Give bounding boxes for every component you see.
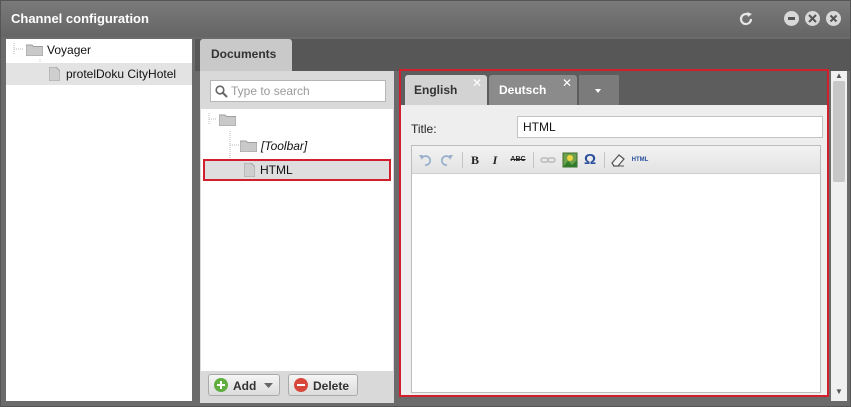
maximize-icon: [808, 14, 817, 23]
editor-content-area[interactable]: [412, 175, 820, 392]
editor-toolbar: B I ABC Ω HTML: [412, 146, 820, 174]
tab-documents[interactable]: Documents: [200, 39, 292, 71]
folder-icon: [240, 140, 257, 152]
document-tree: [Toolbar] HTML: [201, 109, 393, 371]
tree-item-proteldoku-cityhotel[interactable]: protelDoku CityHotel: [6, 63, 192, 85]
add-icon: [214, 378, 228, 392]
link-icon[interactable]: [540, 152, 556, 168]
search-icon: [215, 85, 228, 98]
rich-text-editor: B I ABC Ω HTML: [411, 145, 821, 393]
tab-english-label: English: [414, 83, 458, 97]
redo-icon[interactable]: [440, 152, 454, 168]
scrollbar[interactable]: ▲ ▼: [831, 71, 847, 401]
tree-item-label: protelDoku CityHotel: [66, 67, 177, 81]
language-tabstrip: English ✕ Deutsch ✕: [401, 71, 827, 105]
document-editor: English ✕ Deutsch ✕ Title: HTML B I ABC …: [399, 69, 829, 397]
scroll-down-icon[interactable]: ▼: [835, 387, 843, 396]
delete-button-label: Delete: [313, 379, 350, 393]
tab-deutsch[interactable]: Deutsch ✕: [489, 75, 577, 105]
channel-tree: Voyager protelDoku CityHotel: [6, 39, 192, 401]
title-label: Title:: [411, 122, 437, 136]
toolbar-separator: [462, 152, 463, 168]
undo-icon[interactable]: [418, 152, 432, 168]
chevron-down-icon: [595, 89, 601, 93]
document-item-toolbar[interactable]: [Toolbar]: [201, 135, 393, 157]
document-item-label: [Toolbar]: [261, 139, 308, 153]
documents-panel: [Toolbar] HTML: [200, 71, 394, 371]
documents-tabstrip: Documents: [195, 39, 850, 71]
toolbar-separator: [604, 152, 605, 168]
document-item-label: HTML: [260, 163, 293, 177]
tree-item-label: Voyager: [47, 43, 92, 57]
italic-button[interactable]: I: [488, 152, 502, 168]
search-box: [210, 80, 386, 102]
special-character-button[interactable]: Ω: [582, 152, 598, 168]
bold-button[interactable]: B: [468, 152, 482, 168]
eraser-icon[interactable]: [610, 152, 626, 168]
add-button[interactable]: Add: [208, 374, 280, 396]
tab-english[interactable]: English ✕: [405, 75, 487, 105]
search-input[interactable]: [231, 83, 381, 99]
file-icon: [49, 67, 60, 81]
minimize-button[interactable]: [784, 11, 799, 26]
strikethrough-button[interactable]: ABC: [508, 152, 528, 168]
file-icon: [244, 163, 255, 177]
language-menu-button[interactable]: [579, 75, 619, 105]
root-folder-icon[interactable]: [219, 114, 236, 126]
close-button[interactable]: [826, 11, 841, 26]
add-button-label: Add: [233, 379, 257, 393]
maximize-button[interactable]: [805, 11, 820, 26]
close-tab-icon[interactable]: ✕: [472, 76, 482, 90]
close-icon: [829, 14, 838, 23]
image-icon[interactable]: [562, 152, 578, 168]
tree-item-voyager[interactable]: Voyager: [6, 39, 192, 61]
window-titlebar: Channel configuration: [1, 1, 850, 37]
close-tab-icon[interactable]: ✕: [562, 76, 572, 90]
chevron-down-icon: [264, 383, 273, 388]
html-source-button[interactable]: HTML: [628, 152, 652, 168]
delete-button[interactable]: Delete: [288, 374, 358, 396]
delete-icon: [294, 378, 308, 392]
document-item-html[interactable]: HTML: [203, 159, 391, 181]
scroll-thumb[interactable]: [833, 81, 845, 182]
minimize-icon: [788, 17, 795, 20]
channel-configuration-window: Channel configuration Voyager protelDoku…: [0, 0, 851, 407]
title-input[interactable]: [517, 116, 823, 138]
folder-icon: [26, 44, 43, 56]
window-title: Channel configuration: [11, 11, 149, 26]
documents-footer: Add Delete: [200, 371, 394, 403]
scroll-up-icon[interactable]: ▲: [835, 71, 843, 80]
toolbar-separator: [533, 152, 534, 168]
tab-deutsch-label: Deutsch: [499, 83, 547, 97]
tab-documents-label: Documents: [211, 47, 277, 61]
refresh-icon[interactable]: [737, 10, 755, 28]
